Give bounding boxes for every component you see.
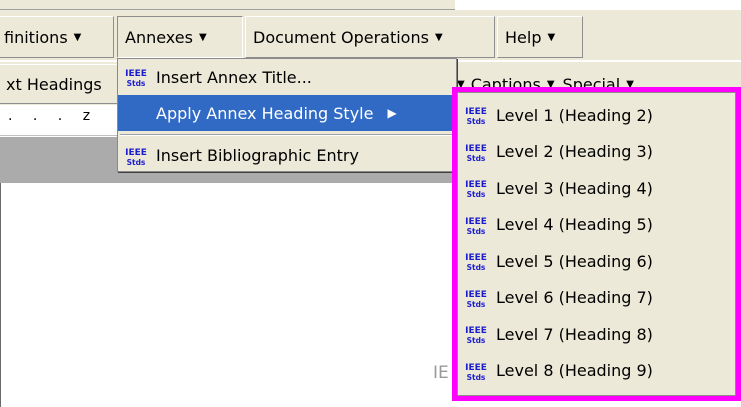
svg-text:Stds: Stds xyxy=(467,190,486,199)
ieee-icon-top-text: IEEE xyxy=(125,148,147,158)
svg-text:IEEE: IEEE xyxy=(465,180,487,190)
chevron-down-icon: ▼ xyxy=(547,31,556,43)
submenu-item-level-2[interactable]: IEEE Stds Level 2 (Heading 3) xyxy=(458,134,735,171)
ieee-stds-icon: IEEE Stds xyxy=(464,249,488,273)
svg-text:Stds: Stds xyxy=(467,227,486,236)
menu-item-label: Insert Bibliographic Entry xyxy=(156,146,359,165)
svg-text:Stds: Stds xyxy=(467,117,486,126)
ieee-stds-icon: IEEE Stds xyxy=(124,65,148,89)
menu-definitions-label: finitions xyxy=(4,27,68,47)
submenu-item-level-4[interactable]: IEEE Stds Level 4 (Heading 5) xyxy=(458,207,735,244)
svg-text:IEEE: IEEE xyxy=(465,326,487,336)
svg-text:IEEE: IEEE xyxy=(465,217,487,227)
ieee-stds-icon: IEEE Stds xyxy=(464,213,488,237)
svg-text:IEEE: IEEE xyxy=(465,290,487,300)
menu-document-operations[interactable]: Document Operations ▼ xyxy=(245,16,495,58)
svg-text:IEEE: IEEE xyxy=(465,107,487,117)
menu-item-apply-annex-heading-style[interactable]: Apply Annex Heading Style ▶ xyxy=(118,95,456,131)
annexes-dropdown: IEEE Stds Insert Annex Title... Apply An… xyxy=(117,58,457,172)
submenu-item-label: Level 3 (Heading 4) xyxy=(496,178,653,198)
chevron-down-icon: ▼ xyxy=(198,31,207,43)
submenu-item-label: Level 8 (Heading 9) xyxy=(496,361,653,381)
submenu-item-label: Level 6 (Heading 7) xyxy=(496,288,653,308)
menu-item-insert-annex-title[interactable]: IEEE Stds Insert Annex Title... xyxy=(118,59,456,95)
svg-text:Stds: Stds xyxy=(467,336,486,345)
submenu-item-level-8[interactable]: IEEE Stds Level 8 (Heading 9) xyxy=(458,353,735,390)
submenu-item-label: Level 1 (Heading 2) xyxy=(496,105,653,125)
ieee-stds-icon: IEEE Stds xyxy=(464,322,488,346)
ieee-stds-icon: IEEE Stds xyxy=(124,144,148,168)
svg-text:Stds: Stds xyxy=(467,263,486,272)
ieee-icon-bottom-text: Stds xyxy=(127,158,146,167)
submenu-item-level-6[interactable]: IEEE Stds Level 6 (Heading 7) xyxy=(458,280,735,317)
menu-help[interactable]: Help ▼ xyxy=(497,16,583,58)
menu-definitions[interactable]: finitions ▼ xyxy=(0,16,114,58)
menu-annexes[interactable]: Annexes ▼ xyxy=(117,16,243,58)
submenu-item-label: Level 5 (Heading 6) xyxy=(496,251,653,271)
toolbar-text-headings-label: xt Headings xyxy=(6,74,102,94)
window-top-edge xyxy=(0,0,455,10)
svg-text:Stds: Stds xyxy=(467,373,486,382)
ieee-icon-bottom-text: Stds xyxy=(127,79,146,88)
menu-separator xyxy=(120,134,454,136)
ruler-marks: . . . z xyxy=(8,108,99,124)
submenu-item-level-5[interactable]: IEEE Stds Level 5 (Heading 6) xyxy=(458,243,735,280)
ieee-stds-icon: IEEE Stds xyxy=(464,140,488,164)
submenu-item-level-3[interactable]: IEEE Stds Level 3 (Heading 4) xyxy=(458,170,735,207)
menu-help-label: Help xyxy=(505,27,542,47)
menu-annexes-label: Annexes xyxy=(125,27,193,47)
chevron-down-icon: ▼ xyxy=(434,31,443,43)
ieee-stds-icon: IEEE Stds xyxy=(464,359,488,383)
menu-item-label: Insert Annex Title... xyxy=(156,67,312,87)
submenu-item-level-7[interactable]: IEEE Stds Level 7 (Heading 8) xyxy=(458,316,735,353)
ieee-stds-icon: IEEE Stds xyxy=(464,103,488,127)
chevron-down-icon: ▼ xyxy=(73,31,82,43)
heading-level-submenu: IEEE Stds Level 1 (Heading 2) IEEE Stds Le… xyxy=(452,87,741,401)
menu-item-label: Apply Annex Heading Style xyxy=(156,103,374,123)
menu-item-insert-bibliographic-entry[interactable]: IEEE Stds Insert Bibliographic Entry xyxy=(118,139,456,172)
ieee-icon-top-text: IEEE xyxy=(125,69,147,79)
submenu-arrow-icon: ▶ xyxy=(387,106,397,120)
submenu-item-label: Level 2 (Heading 3) xyxy=(496,142,653,162)
ieee-stds-icon: IEEE Stds xyxy=(464,176,488,200)
ieee-stds-icon: IEEE Stds xyxy=(464,286,488,310)
document-text-fragment: IE xyxy=(433,363,449,383)
submenu-item-label: Level 4 (Heading 5) xyxy=(496,215,653,235)
toolbar-text-headings[interactable]: xt Headings xyxy=(0,64,120,104)
svg-text:IEEE: IEEE xyxy=(465,253,487,263)
svg-text:Stds: Stds xyxy=(467,300,486,309)
svg-text:IEEE: IEEE xyxy=(465,363,487,373)
svg-text:IEEE: IEEE xyxy=(465,144,487,154)
menu-document-operations-label: Document Operations xyxy=(253,27,429,47)
submenu-item-level-1[interactable]: IEEE Stds Level 1 (Heading 2) xyxy=(458,97,735,134)
submenu-item-label: Level 7 (Heading 8) xyxy=(496,324,653,344)
svg-text:Stds: Stds xyxy=(467,154,486,163)
